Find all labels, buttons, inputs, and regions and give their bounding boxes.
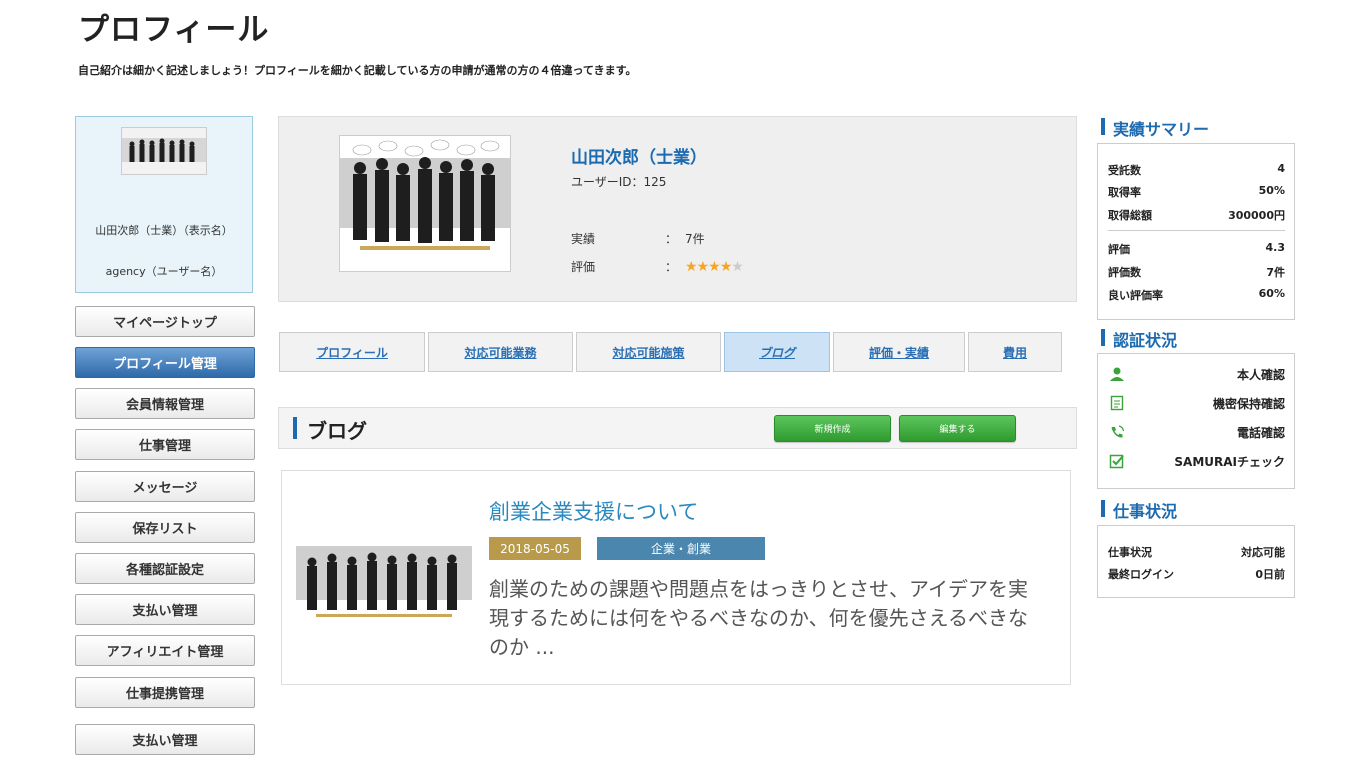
summary-label: 受託数 [1108,164,1141,177]
cert-samurai-check: SAMURAIチェック [1108,451,1285,471]
section-marker [293,417,297,439]
star-filled-icon: ★ [696,259,710,275]
work-status-heading: 仕事状況 [1101,498,1177,522]
menu-messages[interactable]: メッセージ [75,471,255,502]
person-icon [1108,365,1126,383]
summary-row-total-amount: 取得総額 300000円 [1108,207,1285,223]
cert-label: 本人確認 [1236,367,1285,382]
last-login-value: 0日前 [1255,568,1285,581]
menu-affiliate-management[interactable]: アフィリエイト管理 [75,635,255,666]
cert-label: SAMURAIチェック [1174,454,1285,469]
summary-row-good-rating-rate: 良い評価率 60% [1108,287,1285,303]
menu-payment-management[interactable]: 支払い管理 [75,594,255,625]
blog-post-card: 創業企業支援について 2018-05-05 企業・創業 創業のための課題や問題点… [281,470,1071,685]
blog-post-title[interactable]: 創業企業支援について [489,496,698,526]
summary-value: 4 [1277,162,1285,175]
summary-row-rating-count: 評価数 7件 [1108,264,1285,280]
tab-fees[interactable]: 費用 [968,332,1062,372]
menu-certification-settings[interactable]: 各種認証設定 [75,553,255,584]
menu-saved-list[interactable]: 保存リスト [75,512,255,543]
cert-confidentiality: 機密保持確認 [1108,393,1285,413]
summary-divider [1108,230,1285,231]
user-display-name: 山田次郎（士業）（表示名） [95,224,233,237]
user-card: 山田次郎（士業）（表示名） agency（ユーザー名） [75,116,253,293]
blog-post-thumbnail[interactable] [296,538,472,626]
tab-blog[interactable]: ブログ [724,332,830,372]
menu-job-management[interactable]: 仕事管理 [75,429,255,460]
document-icon [1108,394,1126,412]
checkbox-icon [1108,452,1126,470]
tab-profile[interactable]: プロフィール [279,332,425,372]
summary-row-contracts: 受託数 4 [1108,162,1285,178]
last-login-row: 最終ログイン 0日前 [1108,566,1285,582]
summary-value: 4.3 [1265,241,1286,254]
page-subtitle: 自己紹介は細かく記述しましょう！プロフィールを細かく記載している方の申請が通常の… [78,64,637,77]
profile-header: 山田次郎（士業） ユーザーID：125 実績： 7件 評価： ★★★★★ [278,116,1077,302]
work-status-label: 仕事状況 [1108,546,1152,559]
summary-row-rating: 評価 4.3 [1108,241,1285,257]
menu-profile-management[interactable]: プロフィール管理 [75,347,255,378]
tab-reviews-results[interactable]: 評価・実績 [833,332,965,372]
summary-label: 良い評価率 [1108,289,1163,302]
certification-box: 本人確認 機密保持確認 電話確認 SAMURAIチェック [1097,353,1295,489]
summary-box: 受託数 4 取得率 50% 取得総額 300000円 評価 4.3 評価数 7件 良い評価… [1097,143,1295,320]
summary-row-acquisition-rate: 取得率 50% [1108,184,1285,200]
summary-label: 取得率 [1108,186,1141,199]
work-status-row: 仕事状況 対応可能 [1108,544,1285,560]
page-title: プロフィール [78,12,270,48]
blog-section-header: ブログ 新規作成 編集する [278,407,1077,449]
menu-job-partnership[interactable]: 仕事提携管理 [75,677,255,708]
cert-label: 機密保持確認 [1212,396,1285,411]
profile-photo [339,135,511,272]
summary-heading: 実績サマリー [1101,116,1209,140]
last-login-label: 最終ログイン [1108,568,1174,581]
stat-results: 実績 ： 7件 [571,230,705,247]
edit-post-button[interactable]: 編集する [899,415,1016,442]
menu-member-info[interactable]: 会員情報管理 [75,388,255,419]
rating-label: 評価 [571,260,596,274]
summary-value: 60% [1258,287,1285,300]
summary-label: 評価 [1108,243,1130,256]
work-status-value: 対応可能 [1241,546,1285,559]
blog-post-date: 2018-05-05 [489,537,581,560]
results-label: 実績 [571,232,596,246]
phone-icon [1108,423,1126,441]
certification-heading: 認証状況 [1101,327,1177,351]
star-filled-icon: ★ [708,259,721,275]
summary-value: 50% [1258,184,1285,197]
menu-mypage-top[interactable]: マイページトップ [75,306,255,337]
profile-name[interactable]: 山田次郎（士業） [571,143,707,168]
summary-label: 取得総額 [1108,209,1152,222]
summary-label: 評価数 [1108,266,1141,279]
star-filled-icon: ★ [719,259,733,275]
menu-payment-management-2[interactable]: 支払い管理 [75,724,255,755]
user-login-name: agency（ユーザー名） [105,265,223,278]
new-post-button[interactable]: 新規作成 [774,415,891,442]
tab-available-services[interactable]: 対応可能業務 [428,332,573,372]
blog-section-title: ブログ [307,419,367,443]
results-value: 7件 [685,232,705,246]
profile-user-id: ユーザーID：125 [571,175,667,189]
rating-stars: ★★★★★ [685,259,744,275]
star-filled-icon: ★ [685,259,698,275]
tab-available-measures[interactable]: 対応可能施策 [576,332,721,372]
user-avatar[interactable] [121,127,207,175]
blog-post-excerpt: 創業のための課題や問題点をはっきりとさせ、アイデアを実現するためには何をやるべき… [489,577,1028,659]
cert-phone: 電話確認 [1108,422,1285,442]
results-separator: ： [665,232,678,246]
cert-label: 電話確認 [1236,425,1285,440]
summary-value: 300000円 [1228,209,1285,222]
work-status-box: 仕事状況 対応可能 最終ログイン 0日前 [1097,525,1295,598]
star-empty-icon: ★ [731,259,744,275]
stat-rating: 評価： ★★★★★ [571,258,744,275]
summary-value: 7件 [1266,266,1285,279]
cert-identity: 本人確認 [1108,364,1285,384]
rating-separator: ： [665,260,678,274]
blog-post-category[interactable]: 企業・創業 [597,537,765,560]
